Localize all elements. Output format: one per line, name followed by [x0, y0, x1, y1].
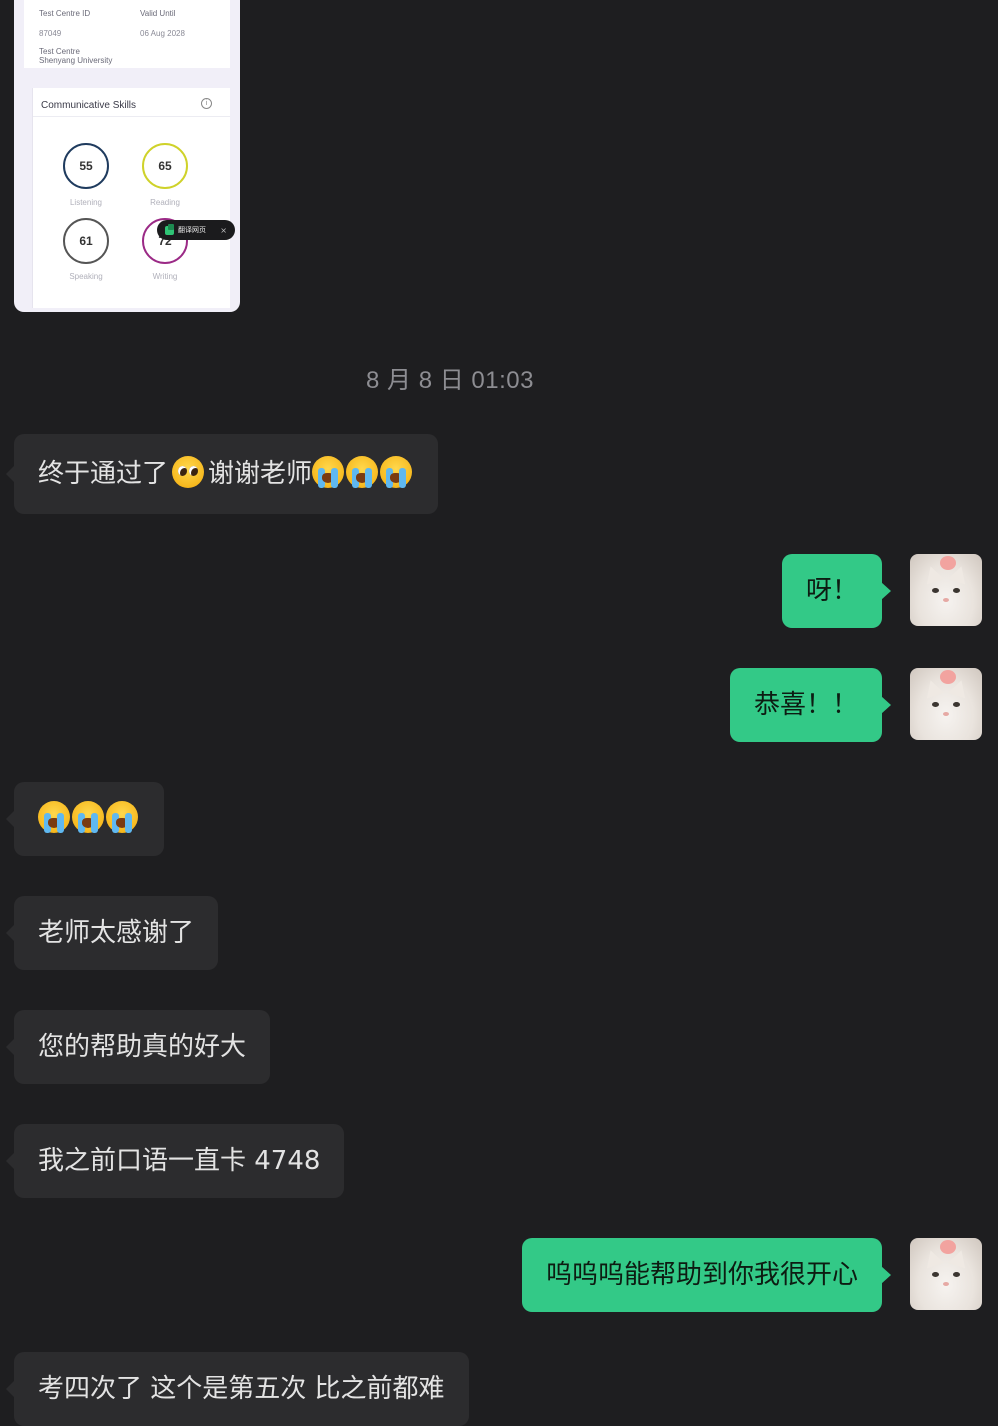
message-bubble-in[interactable]: 我之前口语一直卡 4748 — [5, 1124, 345, 1198]
message-text: 您的帮助真的好大 — [38, 1032, 247, 1062]
test-info-panel: Test Centre ID 87049 Valid Until 06 Aug … — [24, 0, 230, 68]
message-bubble-in[interactable]: 老师太感谢了 — [5, 896, 219, 970]
loudly-crying-face-icon — [312, 456, 345, 488]
loudly-crying-face-icon — [38, 801, 70, 833]
score-listening: 55 — [63, 143, 109, 189]
message-bubble-in[interactable]: 考四次了 这个是第五次 比之前都难 — [6, 1352, 469, 1426]
score-reading: 65 — [142, 143, 188, 189]
divider — [33, 116, 230, 117]
loudly-crying-face-icon — [106, 801, 138, 833]
test-centre-id-value: 87049 — [39, 29, 62, 38]
loudly-crying-face-icon — [72, 801, 104, 833]
message-text: 恭喜！！ — [753, 690, 858, 720]
info-icon: i — [201, 98, 212, 109]
white-cat-avatar[interactable] — [910, 668, 982, 740]
test-centre-label: Test Centre — [39, 47, 80, 56]
message-text: 呜呜呜能帮助到你我很开心 — [545, 1260, 858, 1290]
close-icon[interactable]: × — [220, 226, 227, 235]
message-text: 我之前口语一直卡 4748 — [38, 1146, 321, 1176]
message-text: 呀！ — [805, 576, 858, 606]
score-label-reading: Reading — [150, 198, 180, 207]
message-bubble-in[interactable]: 您的帮助真的好大 — [5, 1010, 271, 1084]
test-centre-id-label: Test Centre ID — [39, 9, 91, 18]
loudly-crying-face-icon — [380, 456, 413, 488]
translate-page-popup[interactable]: 翻译网页 × — [157, 220, 235, 240]
translate-label: 翻译网页 — [178, 226, 206, 234]
score-speaking: 61 — [63, 218, 109, 264]
skills-title: Communicative Skills — [41, 100, 137, 111]
chat-timestamp: 8 月 8 日 01:03 — [366, 367, 534, 394]
message-text: 老师太感谢了 — [38, 918, 195, 948]
score-label-listening: Listening — [69, 198, 103, 207]
message-bubble-in[interactable]: 终于通过了 谢谢老师 — [5, 434, 439, 514]
valid-until-value: 06 Aug 2028 — [140, 29, 185, 38]
message-text-after: 谢谢老师 — [208, 459, 313, 489]
pleading-face-icon — [172, 456, 205, 488]
loudly-crying-face-icon — [346, 456, 379, 488]
test-centre-value: Shenyang University — [39, 56, 113, 65]
shared-image-card[interactable]: Test Centre ID 87049 Valid Until 06 Aug … — [14, 0, 240, 312]
white-cat-avatar[interactable] — [910, 1238, 982, 1310]
communicative-skills-panel: Communicative Skills i 55 Listening 65 R… — [32, 88, 230, 308]
translate-icon — [165, 223, 174, 235]
message-bubble-out[interactable]: 呀！ — [781, 554, 892, 628]
white-cat-avatar[interactable] — [910, 554, 982, 626]
valid-until-label: Valid Until — [140, 9, 176, 18]
message-bubble-out[interactable]: 恭喜！！ — [729, 668, 892, 742]
score-label-speaking: Speaking — [69, 272, 103, 281]
message-text: 考四次了 这个是第五次 比之前都难 — [38, 1374, 445, 1404]
message-bubble-out[interactable]: 呜呜呜能帮助到你我很开心 — [521, 1238, 892, 1312]
message-text: 终于通过了 — [38, 459, 169, 489]
message-bubble-in[interactable] — [6, 782, 164, 856]
score-label-writing: Writing — [152, 272, 178, 281]
